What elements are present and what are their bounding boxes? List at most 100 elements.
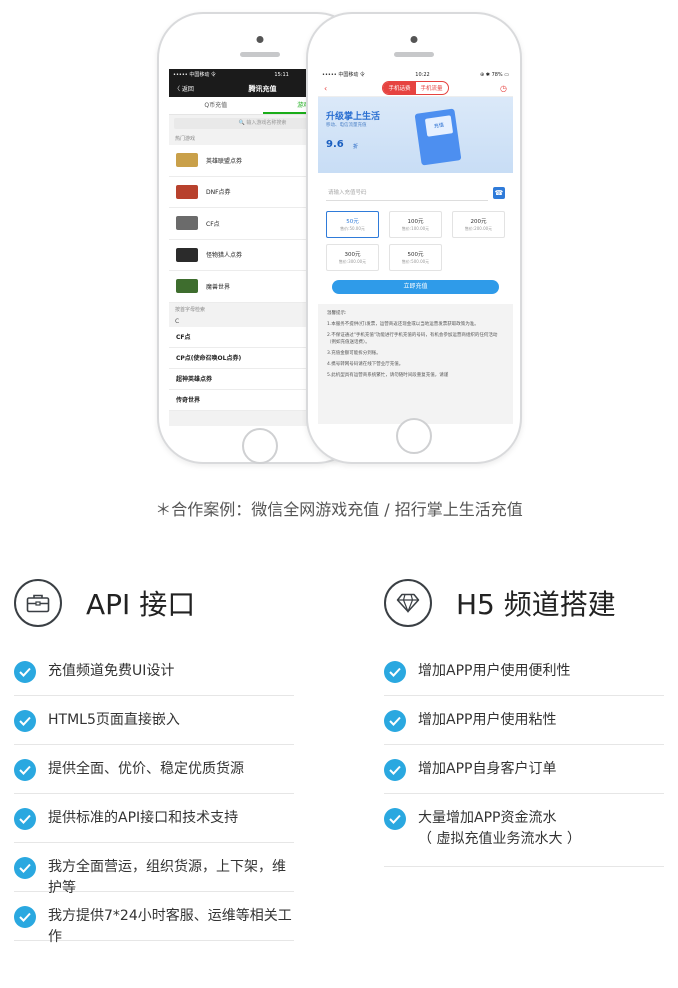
feature-text: 大量增加APP资金流水 [418, 810, 557, 826]
amount-option[interactable]: 100元 售价:100.00元 [389, 211, 442, 238]
api-feature-list: 充值频道免费UI设计 HTML5页面直接嵌入 提供全面、优价、稳定优质货源 提供… [14, 647, 294, 945]
amount-price: 售价:300.00元 [338, 259, 367, 264]
phone-number-input[interactable]: 请输入充值号码 [326, 185, 488, 201]
list-item: HTML5页面直接嵌入 [14, 696, 294, 745]
list-item: 充值频道免费UI设计 [14, 647, 294, 696]
feature-text: 增加APP用户使用便利性 [418, 663, 571, 679]
api-header: API 接口 [14, 570, 294, 636]
list-item: 我方全面营运，组织货源，上下架，维护等 [14, 843, 294, 896]
amount-value: 200元 [470, 219, 487, 225]
tip-text: 3.充值金额可能拆分到账。 [327, 351, 381, 356]
list-item: 增加APP用户使用粘性 [384, 696, 664, 745]
tab-data-plan[interactable]: 手机流量 [416, 82, 448, 94]
api-title: API 接口 [86, 588, 196, 621]
back-chevron-icon[interactable]: ‹ [324, 84, 327, 93]
h5-header: H5 频道搭建 [384, 570, 664, 636]
h5-section: H5 频道搭建 增加APP用户使用便利性 增加APP用户使用粘性 增加APP自身… [384, 570, 664, 867]
feature-text: 提供标准的API接口和技术支持 [48, 810, 239, 826]
amount-value: 500元 [407, 252, 424, 258]
briefcase-icon [14, 579, 62, 627]
amount-value: 300元 [344, 252, 361, 258]
status-time: 15:11 [274, 71, 289, 78]
tips-panel: 温馨提示: 1.本服务不提供(打)发票，运营商返还现金或以当地运营发票获取政策为… [318, 304, 513, 424]
feature-text: 提供全面、优价、稳定优质货源 [48, 761, 244, 777]
check-circle-icon [14, 661, 36, 683]
feature-text: 增加APP用户使用粘性 [418, 712, 557, 728]
feature-text-group: 大量增加APP资金流水 （ 虚拟充值业务流水大 ） [418, 808, 581, 850]
tips-title: 温馨提示: [327, 311, 347, 316]
check-circle-icon [14, 906, 36, 928]
banner-title: 升级掌上生活 [326, 112, 381, 122]
check-circle-icon [384, 759, 406, 781]
game-name: 魔兽世界 [206, 283, 231, 291]
status-time: 10:22 [415, 71, 430, 78]
nav-bar: ‹ 手机话费 手机流量 ◷ [318, 80, 513, 97]
diamond-icon [384, 579, 432, 627]
check-circle-icon [14, 710, 36, 732]
status-bar: ••••• 中国移动 令 10:22 ⊕ ✱ 78% ▭ [318, 69, 513, 80]
status-carrier: ••••• 中国移动 令 [173, 72, 216, 78]
amount-grid: 50元 售价:50.00元 100元 售价:100.00元 200元 售价:20… [318, 207, 513, 275]
status-battery: ⊕ ✱ 78% ▭ [480, 71, 509, 78]
amount-value: 50元 [346, 219, 359, 225]
game-name: CF点 [206, 220, 220, 228]
game-name: DNF点券 [206, 189, 231, 197]
check-circle-icon [384, 808, 406, 830]
speaker-slot [240, 52, 280, 57]
amount-value: 100元 [407, 219, 424, 225]
game-logo-icon [176, 279, 198, 294]
camera-dot [256, 36, 264, 43]
list-item: 增加APP自身客户订单 [384, 745, 664, 794]
camera-dot [410, 36, 418, 43]
amount-option[interactable]: 500元 售价:500.00元 [389, 244, 442, 271]
back-button[interactable]: 〈 返回 [174, 84, 194, 93]
promo-banner[interactable]: 升级掌上生活 移动、电信流量充值 9.6 折 充值 [318, 97, 513, 173]
list-item: 我方提供7*24小时客服、运维等相关工作 [14, 892, 294, 945]
list-item: 增加APP用户使用便利性 [384, 647, 664, 696]
list-item: 提供全面、优价、稳定优质货源 [14, 745, 294, 794]
h5-feature-list: 增加APP用户使用便利性 增加APP用户使用粘性 增加APP自身客户订单 大量增… [384, 647, 664, 867]
banner-discount-unit: 折 [353, 144, 359, 150]
recharge-now-button[interactable]: 立即充值 [332, 280, 499, 294]
game-name: 英雄联盟点券 [206, 157, 243, 165]
feature-text: 我方全面营运，组织货源，上下架，维护等 [48, 859, 286, 896]
check-circle-icon [384, 661, 406, 683]
status-carrier: ••••• 中国移动 令 [322, 72, 365, 78]
game-logo-icon [176, 216, 198, 231]
phone-number-row: 请输入充值号码 ☎ [318, 173, 513, 207]
api-section: API 接口 充值频道免费UI设计 HTML5页面直接嵌入 提供全面、优价、稳定… [14, 570, 294, 945]
case-caption: ＊合作案例：微信全网游戏充值 / 招行掌上生活充值 [155, 500, 523, 519]
home-button [396, 418, 432, 454]
tip-text: 1.本服务不提供(打)发票，运营商返还现金或以当地运营发票获取政策为准。 [327, 322, 479, 327]
feature-text: 我方提供7*24小时客服、运维等相关工作 [48, 908, 292, 945]
amount-price: 售价:50.00元 [340, 226, 365, 231]
check-circle-icon [14, 808, 36, 830]
tab-qcoin[interactable]: Q币充值 [169, 97, 263, 114]
banner-subtitle: 移动、电信流量充值 [326, 123, 367, 128]
amount-price: 售价:200.00元 [464, 226, 493, 231]
amount-option[interactable]: 300元 售价:300.00元 [326, 244, 379, 271]
tip-text: 5.此机型具有运营商系统繁忙，请勿随时间段重复充值，请谨 [327, 373, 449, 378]
list-item: 提供标准的API接口和技术支持 [14, 794, 294, 843]
amount-option[interactable]: 50元 售价:50.00元 [326, 211, 379, 238]
game-logo-icon [176, 184, 198, 199]
game-name: 怪物猎人点券 [206, 252, 243, 260]
check-circle-icon [384, 710, 406, 732]
contacts-icon[interactable]: ☎ [493, 187, 505, 199]
history-clock-icon[interactable]: ◷ [500, 84, 507, 93]
amount-option[interactable]: 200元 售价:200.00元 [452, 211, 505, 238]
recharge-type-switch: 手机话费 手机流量 [382, 81, 449, 95]
check-circle-icon [14, 857, 36, 879]
game-logo-icon [176, 247, 198, 262]
amount-price: 售价:100.00元 [401, 226, 430, 231]
phone-mockup-right: ••••• 中国移动 令 10:22 ⊕ ✱ 78% ▭ ‹ 手机话费 手机流量… [306, 12, 522, 464]
feature-subtext: （ 虚拟充值业务流水大 ） [418, 831, 581, 847]
tip-text: 2.不保证通过"手机充值"功能进行手机充值的号码，有机会参加运营商组织的任何活动… [327, 333, 498, 345]
speaker-slot [394, 52, 434, 57]
h5-title: H5 频道搭建 [456, 588, 616, 621]
mobile-recharge-screen: ••••• 中国移动 令 10:22 ⊕ ✱ 78% ▭ ‹ 手机话费 手机流量… [318, 69, 513, 426]
tab-phone-bill[interactable]: 手机话费 [383, 82, 416, 94]
feature-text: 增加APP自身客户订单 [418, 761, 557, 777]
feature-text: 充值频道免费UI设计 [48, 663, 175, 679]
tip-text: 4.携号转网号码请在线下营业厅充值。 [327, 362, 404, 367]
